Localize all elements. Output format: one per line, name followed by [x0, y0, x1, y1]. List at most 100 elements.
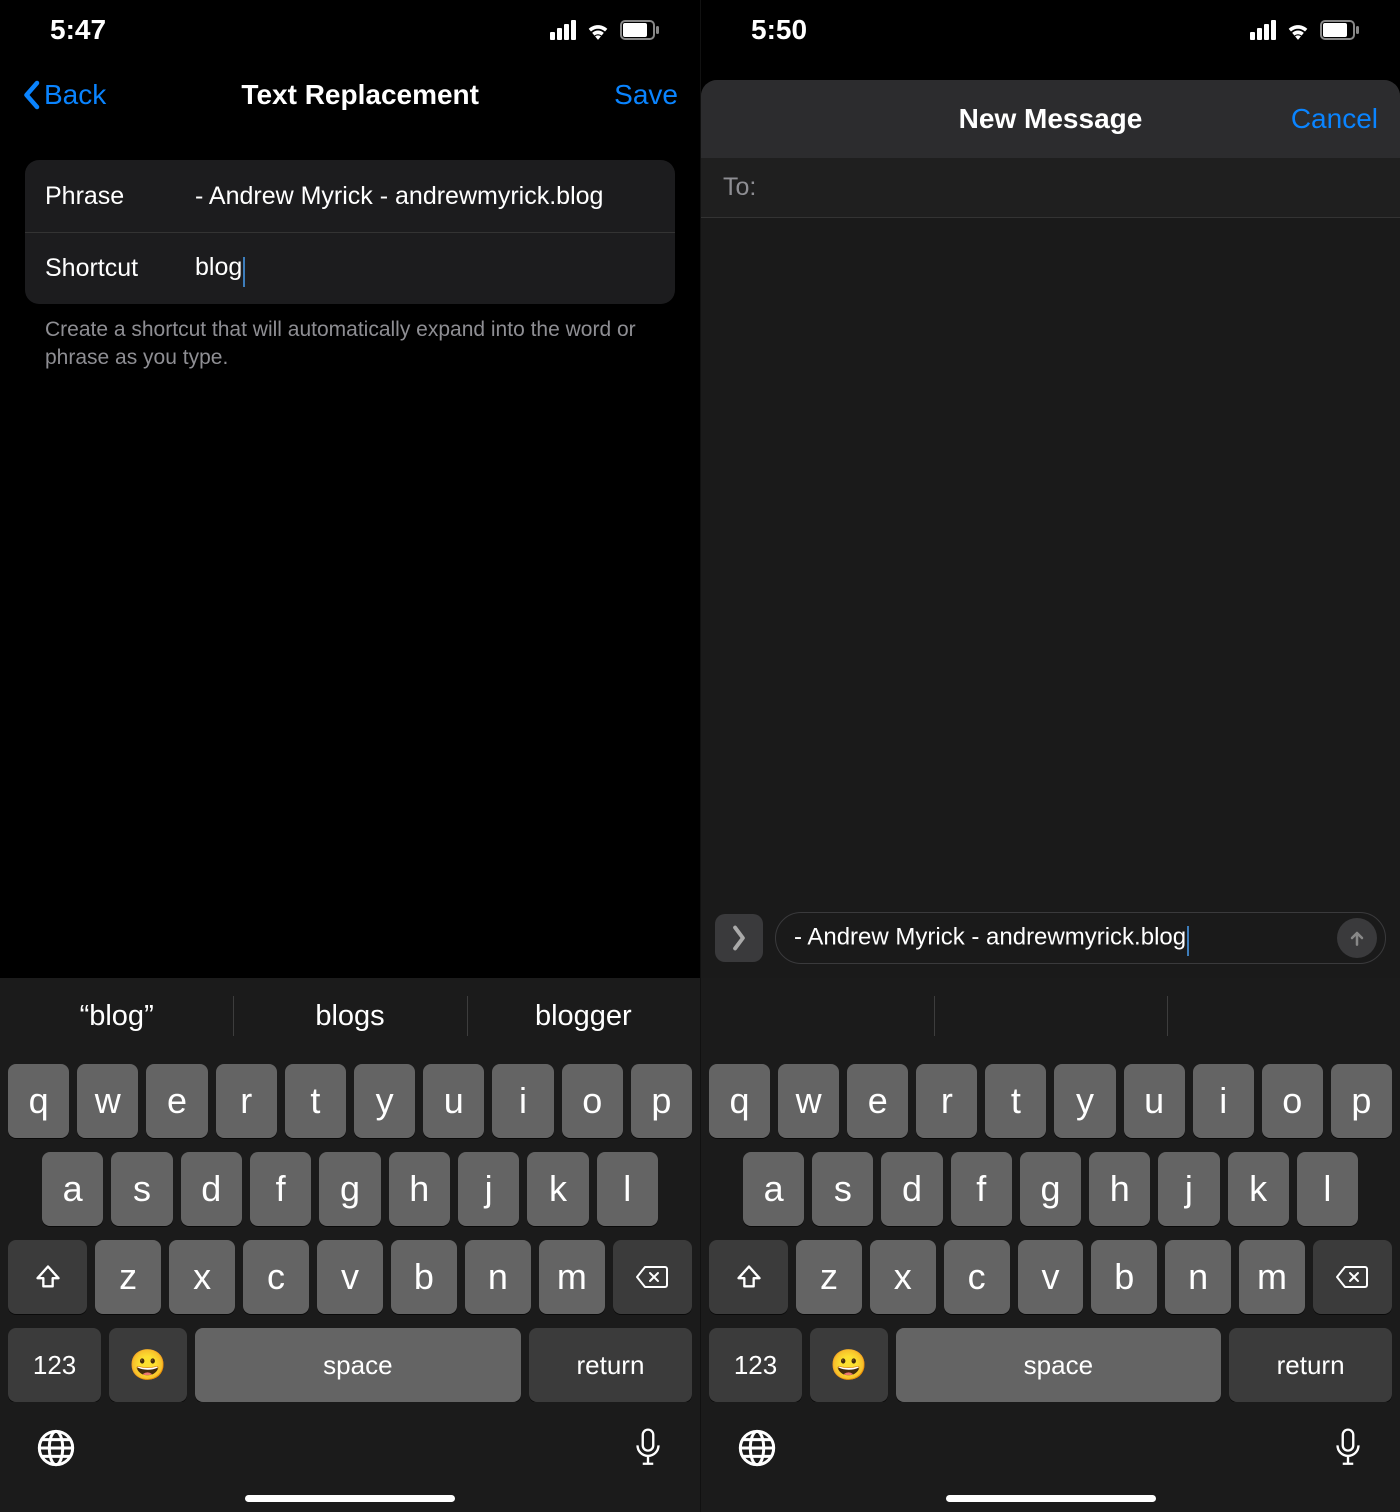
key-n[interactable]: n: [1165, 1240, 1231, 1314]
key-d[interactable]: d: [881, 1152, 942, 1226]
key-space[interactable]: space: [896, 1328, 1222, 1402]
key-j[interactable]: j: [458, 1152, 519, 1226]
key-j[interactable]: j: [1158, 1152, 1219, 1226]
key-delete[interactable]: [1313, 1240, 1392, 1314]
key-u[interactable]: u: [423, 1064, 484, 1138]
key-z[interactable]: z: [95, 1240, 161, 1314]
key-y[interactable]: y: [354, 1064, 415, 1138]
key-a[interactable]: a: [42, 1152, 103, 1226]
status-icons: [1250, 19, 1360, 41]
key-s[interactable]: s: [812, 1152, 873, 1226]
key-y[interactable]: y: [1054, 1064, 1115, 1138]
key-l[interactable]: l: [597, 1152, 658, 1226]
phrase-field[interactable]: - Andrew Myrick - andrewmyrick.blog: [195, 182, 655, 211]
suggestion-0[interactable]: “blog”: [0, 978, 233, 1054]
key-delete[interactable]: [613, 1240, 692, 1314]
key-u[interactable]: u: [1124, 1064, 1185, 1138]
phrase-row[interactable]: Phrase - Andrew Myrick - andrewmyrick.bl…: [25, 160, 675, 232]
key-k[interactable]: k: [1228, 1152, 1289, 1226]
key-z[interactable]: z: [796, 1240, 862, 1314]
key-q[interactable]: q: [709, 1064, 770, 1138]
key-b[interactable]: b: [1091, 1240, 1157, 1314]
shortcut-field[interactable]: blog: [195, 253, 655, 283]
key-t[interactable]: t: [285, 1064, 346, 1138]
key-m[interactable]: m: [1239, 1240, 1305, 1314]
key-c[interactable]: c: [243, 1240, 309, 1314]
suggestion-2[interactable]: blogger: [467, 978, 700, 1054]
key-h[interactable]: h: [1089, 1152, 1150, 1226]
send-button[interactable]: [1337, 918, 1377, 958]
cancel-button[interactable]: Cancel: [1291, 103, 1378, 135]
key-m[interactable]: m: [539, 1240, 605, 1314]
globe-icon[interactable]: [36, 1428, 76, 1468]
key-q[interactable]: q: [8, 1064, 69, 1138]
key-123[interactable]: 123: [8, 1328, 101, 1402]
mic-icon[interactable]: [632, 1427, 664, 1469]
key-r[interactable]: r: [916, 1064, 977, 1138]
shift-icon: [34, 1263, 62, 1291]
key-r[interactable]: r: [216, 1064, 277, 1138]
key-e[interactable]: e: [146, 1064, 207, 1138]
apps-button[interactable]: [715, 914, 763, 962]
key-v[interactable]: v: [317, 1240, 383, 1314]
mic-icon[interactable]: [1332, 1427, 1364, 1469]
page-title: Text Replacement: [241, 79, 479, 111]
key-w[interactable]: w: [77, 1064, 138, 1138]
key-d[interactable]: d: [181, 1152, 242, 1226]
key-o[interactable]: o: [1262, 1064, 1323, 1138]
suggestion-1[interactable]: [934, 978, 1167, 1054]
key-emoji[interactable]: 😀: [810, 1328, 888, 1402]
suggestion-1[interactable]: blogs: [233, 978, 466, 1054]
key-shift[interactable]: [8, 1240, 87, 1314]
key-return[interactable]: return: [1229, 1328, 1392, 1402]
back-button[interactable]: Back: [22, 79, 106, 111]
key-c[interactable]: c: [944, 1240, 1010, 1314]
phone-messages: 5:50 New Message Cancel To: - Andrew Myr…: [700, 0, 1400, 1512]
key-p[interactable]: p: [1331, 1064, 1392, 1138]
key-a[interactable]: a: [743, 1152, 804, 1226]
key-l[interactable]: l: [1297, 1152, 1358, 1226]
key-g[interactable]: g: [1020, 1152, 1081, 1226]
message-body[interactable]: - Andrew Myrick - andrewmyrick.blog: [701, 218, 1400, 978]
key-b[interactable]: b: [391, 1240, 457, 1314]
key-f[interactable]: f: [951, 1152, 1012, 1226]
suggestion-bar: “blog” blogs blogger: [0, 978, 700, 1054]
home-indicator[interactable]: [946, 1495, 1156, 1502]
save-button[interactable]: Save: [614, 79, 678, 111]
key-h[interactable]: h: [389, 1152, 450, 1226]
key-i[interactable]: i: [492, 1064, 553, 1138]
key-x[interactable]: x: [870, 1240, 936, 1314]
message-input[interactable]: - Andrew Myrick - andrewmyrick.blog: [775, 912, 1386, 964]
key-g[interactable]: g: [319, 1152, 380, 1226]
suggestion-bar: [701, 978, 1400, 1054]
key-k[interactable]: k: [527, 1152, 588, 1226]
key-p[interactable]: p: [631, 1064, 692, 1138]
key-f[interactable]: f: [250, 1152, 311, 1226]
shortcut-row[interactable]: Shortcut blog: [25, 232, 675, 304]
key-return[interactable]: return: [529, 1328, 692, 1402]
battery-icon: [1320, 20, 1360, 40]
key-v[interactable]: v: [1018, 1240, 1084, 1314]
suggestion-2[interactable]: [1167, 978, 1400, 1054]
key-123[interactable]: 123: [709, 1328, 802, 1402]
key-s[interactable]: s: [111, 1152, 172, 1226]
chevron-left-icon: [22, 80, 40, 110]
keyboard: q w e r t y u i o p a s d f g h j k l z: [0, 1054, 700, 1402]
key-emoji[interactable]: 😀: [109, 1328, 187, 1402]
key-x[interactable]: x: [169, 1240, 235, 1314]
key-e[interactable]: e: [847, 1064, 908, 1138]
key-w[interactable]: w: [778, 1064, 839, 1138]
key-t[interactable]: t: [985, 1064, 1046, 1138]
to-field[interactable]: To:: [701, 158, 1400, 218]
key-i[interactable]: i: [1193, 1064, 1254, 1138]
to-label: To:: [723, 173, 756, 202]
key-space[interactable]: space: [195, 1328, 521, 1402]
key-n[interactable]: n: [465, 1240, 531, 1314]
wifi-icon: [584, 19, 612, 41]
key-shift[interactable]: [709, 1240, 788, 1314]
suggestion-0[interactable]: [701, 978, 934, 1054]
sheet-title: New Message: [959, 103, 1143, 135]
globe-icon[interactable]: [737, 1428, 777, 1468]
key-o[interactable]: o: [562, 1064, 623, 1138]
home-indicator[interactable]: [245, 1495, 455, 1502]
